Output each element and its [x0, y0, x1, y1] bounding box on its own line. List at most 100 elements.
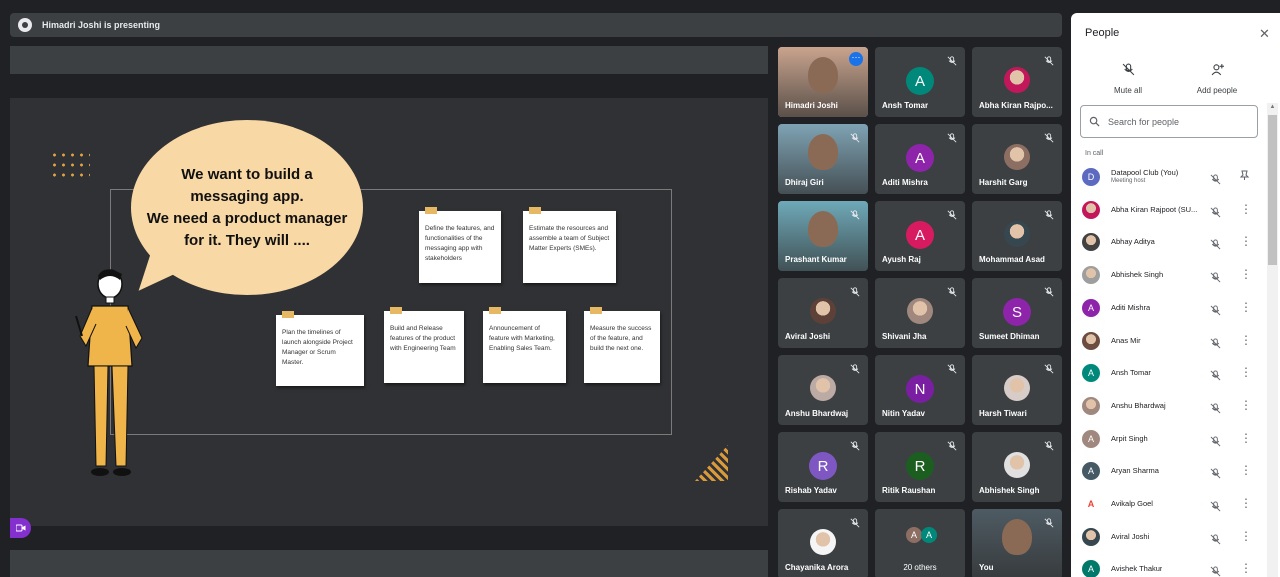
participant-name: Anshu Bhardwaj [1111, 400, 1166, 410]
close-icon[interactable]: ✕ [1259, 26, 1270, 42]
mic-off-icon[interactable] [1210, 368, 1221, 381]
participant-tile[interactable]: Aviral Joshi [778, 278, 868, 348]
more-options-icon[interactable]: ··· [849, 52, 863, 66]
mic-off-icon[interactable] [1210, 205, 1221, 218]
avatar: A [1082, 298, 1100, 317]
participant-name: Aviral Joshi [785, 332, 831, 341]
participant-name: Mohammad Asad [979, 255, 1045, 264]
participant-name: Abhishek Singh [1111, 270, 1164, 280]
participant-tile[interactable]: Chayanika Arora [778, 509, 868, 577]
participant-tile[interactable]: A A 20 others [875, 509, 965, 577]
participant-tile[interactable]: Anshu Bhardwaj [778, 355, 868, 425]
participant-tile[interactable]: S Sumeet Dhiman [972, 278, 1062, 348]
participant-name: Ansh Tomar [882, 101, 929, 110]
mic-off-icon[interactable] [1210, 237, 1221, 250]
avatar [810, 375, 836, 401]
people-panel: People ✕ Mute all Add people Search for … [1071, 13, 1280, 577]
more-options-icon[interactable]: ⋮ [1240, 562, 1252, 574]
participant-name: Prashant Kumar [785, 255, 847, 264]
avatar [1004, 221, 1030, 247]
more-options-icon[interactable]: ⋮ [1240, 203, 1252, 215]
list-item[interactable]: Anshu Bhardwaj ⋮ [1081, 393, 1261, 419]
list-item[interactable]: A Arpit Singh ⋮ [1081, 426, 1261, 452]
participant-tile[interactable]: Harshit Garg [972, 124, 1062, 194]
participant-tile[interactable]: You [972, 509, 1062, 577]
more-options-icon[interactable]: ⋮ [1240, 268, 1252, 280]
mute-all-button[interactable]: Mute all [1098, 63, 1158, 95]
participant-tile[interactable]: Himadri Joshi ··· [778, 47, 868, 117]
avatar: A [906, 67, 934, 95]
more-options-icon[interactable]: ⋮ [1240, 235, 1252, 247]
avatar [907, 298, 933, 324]
search-placeholder: Search for people [1108, 116, 1180, 127]
participant-role: Meeting host [1111, 178, 1146, 184]
participant-tile[interactable]: N Nitin Yadav [875, 355, 965, 425]
participant-tile[interactable]: A Ansh Tomar [875, 47, 965, 117]
list-item[interactable]: Anas Mir ⋮ [1081, 328, 1261, 354]
more-options-icon[interactable]: ⋮ [1240, 530, 1252, 542]
pin-icon[interactable] [1239, 170, 1250, 182]
participant-name: Aryan Sharma [1111, 466, 1159, 476]
mic-off-icon[interactable] [1210, 303, 1221, 316]
list-item[interactable]: A Avishek Thakur ⋮ [1081, 556, 1261, 577]
participant-tile[interactable]: Mohammad Asad [972, 201, 1062, 271]
list-item[interactable]: Aviral Joshi ⋮ [1081, 524, 1261, 550]
participant-name: Rishab Yadav [785, 486, 837, 495]
list-item[interactable]: A Aryan Sharma ⋮ [1081, 458, 1261, 484]
camera-icon[interactable] [10, 518, 31, 538]
add-people-button[interactable]: Add people [1187, 63, 1247, 95]
mic-off-icon [947, 207, 957, 220]
mic-off-icon[interactable] [1210, 564, 1221, 577]
mic-off-icon [1044, 53, 1054, 66]
slide: We want to build a messaging app. We nee… [10, 98, 768, 526]
participant-tile[interactable]: R Ritik Raushan [875, 432, 965, 502]
more-options-icon[interactable]: ⋮ [1240, 366, 1252, 378]
participant-tile[interactable]: R Rishab Yadav [778, 432, 868, 502]
mic-off-icon[interactable] [1210, 434, 1221, 447]
list-item[interactable]: A Ansh Tomar ⋮ [1081, 360, 1261, 386]
list-item[interactable]: D Datapool Club (You) Meeting host [1081, 164, 1261, 190]
avatar: D [1082, 168, 1100, 186]
mic-off-icon[interactable] [1210, 466, 1221, 479]
participant-name: Abhishek Singh [979, 486, 1040, 495]
avatar [1082, 266, 1100, 285]
mic-off-icon[interactable] [1210, 336, 1221, 348]
participant-name: Harshit Garg [979, 178, 1028, 187]
more-options-icon[interactable]: ⋮ [1240, 399, 1252, 411]
mic-off-icon[interactable] [1210, 499, 1221, 512]
avatar [1004, 452, 1030, 478]
list-item[interactable]: Abhay Aditya ⋮ [1081, 229, 1261, 255]
participant-tile[interactable]: Abha Kiran Rajpo... [972, 47, 1062, 117]
more-options-icon[interactable]: ⋮ [1240, 464, 1252, 476]
avatar [1082, 233, 1100, 252]
participant-tile[interactable]: Harsh Tiwari [972, 355, 1062, 425]
list-item[interactable]: A Aditi Mishra ⋮ [1081, 295, 1261, 321]
more-options-icon[interactable]: ⋮ [1240, 432, 1252, 444]
mic-off-icon [947, 53, 957, 66]
list-item[interactable]: Abha Kiran Rajpoot (SU... ⋮ [1081, 197, 1261, 223]
more-options-icon[interactable]: ⋮ [1240, 334, 1252, 346]
scrollbar-thumb[interactable] [1268, 115, 1277, 265]
mic-off-icon[interactable] [1210, 532, 1221, 545]
participant-tile[interactable]: Prashant Kumar [778, 201, 868, 271]
search-input[interactable]: Search for people [1080, 105, 1258, 138]
participant-tile[interactable]: A Aditi Mishra [875, 124, 965, 194]
mic-off-icon[interactable] [1210, 270, 1221, 283]
mic-off-icon[interactable] [1210, 401, 1221, 414]
participant-tile[interactable]: A Ayush Raj [875, 201, 965, 271]
participant-tile[interactable]: Abhishek Singh [972, 432, 1062, 502]
scroll-up-icon[interactable]: ▲ [1268, 104, 1277, 113]
participant-tile[interactable]: Dhiraj Giri [778, 124, 868, 194]
list-item[interactable]: A Avikalp Goel ⋮ [1081, 491, 1261, 517]
more-options-icon[interactable]: ⋮ [1240, 301, 1252, 313]
participant-name: Harsh Tiwari [979, 409, 1027, 418]
in-call-label: In call [1085, 150, 1104, 157]
list-item[interactable]: Abhishek Singh ⋮ [1081, 262, 1261, 288]
avatar: A [921, 527, 937, 543]
mic-off-icon[interactable] [1210, 172, 1221, 185]
participant-tile[interactable]: Shivani Jha [875, 278, 965, 348]
more-options-icon[interactable]: ⋮ [1240, 497, 1252, 509]
avatar: A [906, 221, 934, 249]
add-person-icon [1211, 64, 1224, 76]
avatar: A [1082, 495, 1100, 513]
